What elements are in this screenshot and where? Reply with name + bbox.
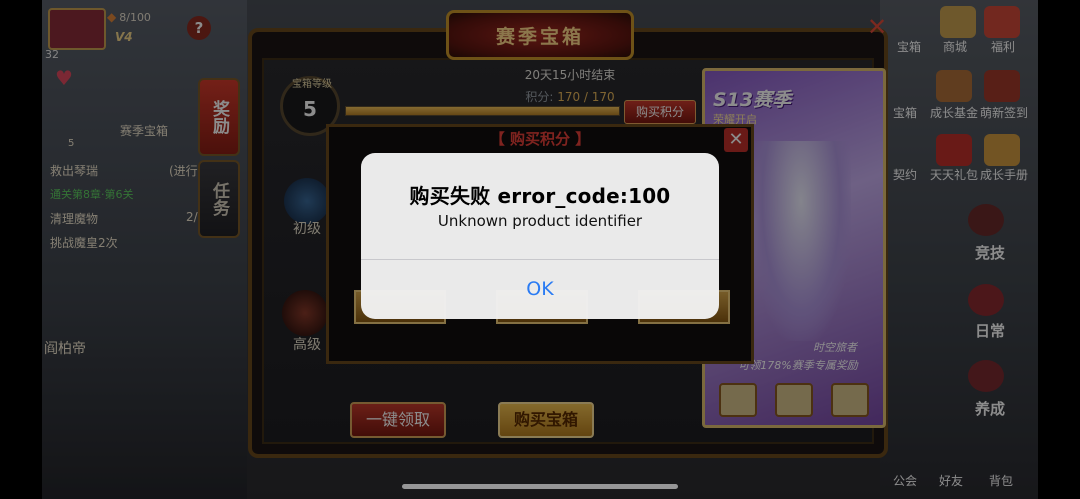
ok-button[interactable]: OK [361, 260, 719, 319]
alert-title: 购买失败 error_code:100 [409, 184, 671, 208]
home-indicator[interactable] [402, 484, 678, 489]
game-screen: ◆ 8/100 V4 32 ♥ ? 赛季宝箱 5 救出琴瑞 (进行 通关第8章·第… [0, 0, 1080, 499]
purchase-failed-alert: 购买失败 error_code:100 Unknown product iden… [361, 153, 719, 319]
alert-message: Unknown product identifier [437, 212, 643, 230]
